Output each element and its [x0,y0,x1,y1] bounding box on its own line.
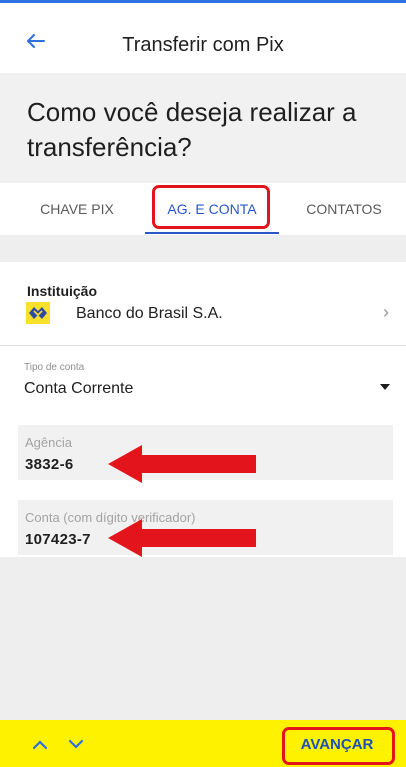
conta-field[interactable]: Conta (com dígito verificador) 107423-7 [18,500,393,555]
account-type-label: Tipo de conta [24,362,85,373]
tab-ag-e-conta[interactable]: AG. E CONTA [145,183,279,235]
bank-name: Banco do Brasil S.A. [76,305,223,322]
agencia-field[interactable]: Agência 3832-6 [18,425,393,480]
transfer-method-tabs: CHAVE PIX AG. E CONTA CONTATOS [0,183,406,235]
transfer-form: Instituição Banco do Brasil S.A. › Tipo … [0,262,406,557]
tab-chave-pix[interactable]: CHAVE PIX [18,183,136,235]
dropdown-caret-icon [380,384,390,390]
advance-button[interactable]: AVANÇAR [279,726,395,762]
active-tab-indicator [145,232,279,234]
account-type-value: Conta Corrente [24,380,134,397]
agencia-label: Agência [25,435,72,450]
empty-area [0,557,406,720]
section-gap [0,235,406,262]
page-title: Transferir com Pix [122,34,284,56]
question-heading: Como você deseja realizar a transferênci… [27,97,357,162]
question-section: Como você deseja realizar a transferênci… [0,73,406,183]
bottom-action-bar: AVANÇAR [0,720,406,767]
conta-label: Conta (com dígito verificador) [25,510,196,525]
divider [0,345,406,346]
tab-contatos[interactable]: CONTATOS [290,183,398,235]
app-header: Transferir com Pix [0,3,406,73]
agencia-value: 3832-6 [25,456,74,473]
previous-field-button[interactable] [28,732,52,756]
next-field-button[interactable] [64,732,88,756]
account-type-select[interactable]: Tipo de conta Conta Corrente [18,354,390,404]
institution-selector[interactable]: Banco do Brasil S.A. › [18,298,393,328]
conta-value: 107423-7 [25,531,91,548]
chevron-right-icon: › [383,302,389,322]
institution-label: Instituição [27,283,98,299]
chevron-up-icon [33,739,47,749]
banco-do-brasil-logo-icon [26,302,50,324]
chevron-down-icon [69,739,83,749]
